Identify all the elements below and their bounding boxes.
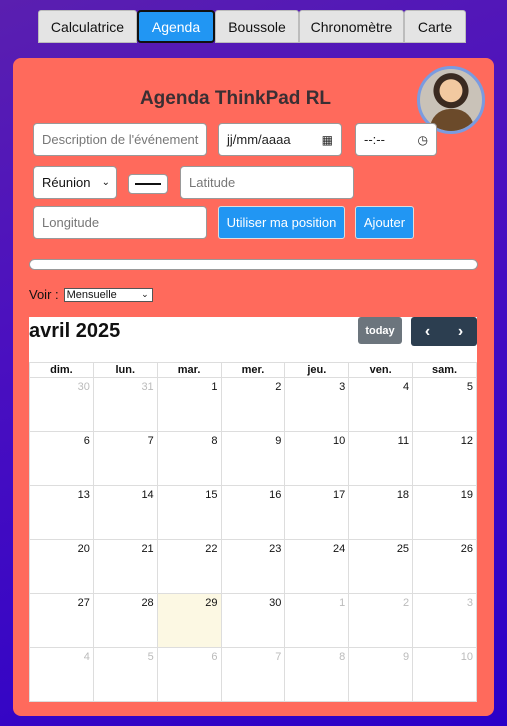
tab-chronometre[interactable]: Chronomètre: [299, 10, 404, 43]
day-cell[interactable]: 30: [220, 593, 286, 648]
day-cell[interactable]: 25: [348, 539, 414, 594]
use-position-button[interactable]: Utiliser ma position: [218, 206, 345, 239]
tab-bar: Calculatrice Agenda Boussole Chronomètre…: [38, 10, 466, 43]
day-cell[interactable]: 17: [284, 485, 350, 540]
week-row: 4 5 6 7 8 9 10: [29, 647, 477, 702]
day-cell[interactable]: 2: [348, 593, 414, 648]
date-placeholder: jj/mm/aaaa: [227, 132, 291, 147]
tab-calculatrice[interactable]: Calculatrice: [38, 10, 137, 43]
latitude-input[interactable]: Latitude: [180, 166, 354, 199]
progress-bar: [29, 259, 478, 270]
day-cell[interactable]: 28: [92, 593, 158, 648]
view-label: Voir :: [29, 287, 59, 302]
day-cell[interactable]: 9: [220, 431, 286, 486]
day-cell[interactable]: 15: [156, 485, 222, 540]
longitude-input[interactable]: Longitude: [33, 206, 207, 239]
weekday-label: sam.: [412, 362, 477, 378]
day-cell[interactable]: 19: [412, 485, 477, 540]
tab-agenda[interactable]: Agenda: [137, 10, 215, 43]
month-title: avril 2025: [29, 320, 121, 342]
week-row: 6 7 8 9 10 11 12: [29, 431, 477, 486]
month-grid: dim. lun. mar. mer. jeu. ven. sam. 30 31 1 2 3 4 5 6 7…: [29, 362, 477, 702]
chevron-down-icon: ⌄: [141, 289, 149, 299]
week-row: 27 28 29 30 1 2 3: [29, 593, 477, 648]
day-cell[interactable]: 23: [220, 539, 286, 594]
tab-boussole[interactable]: Boussole: [215, 10, 299, 43]
day-cell[interactable]: 7: [220, 647, 286, 702]
day-cell[interactable]: 1: [284, 593, 350, 648]
day-cell[interactable]: 6: [29, 431, 94, 486]
week-row: 30 31 1 2 3 4 5: [29, 377, 477, 432]
page-title: Agenda ThinkPad RL: [139, 88, 332, 109]
today-button[interactable]: today: [358, 317, 402, 344]
day-cell[interactable]: 7: [92, 431, 158, 486]
description-input[interactable]: Description de l'événement: [33, 123, 207, 156]
weekday-label: mer.: [220, 362, 286, 378]
weekday-label: dim.: [29, 362, 94, 378]
add-button[interactable]: Ajouter: [355, 206, 414, 239]
day-cell[interactable]: 13: [29, 485, 94, 540]
day-cell[interactable]: 27: [29, 593, 94, 648]
week-row: 13 14 15 16 17 18 19: [29, 485, 477, 540]
date-input[interactable]: jj/mm/aaaa ▦: [218, 123, 342, 156]
view-selected: Mensuelle: [66, 288, 117, 301]
calendar-icon[interactable]: ▦: [322, 133, 333, 147]
day-cell[interactable]: 2: [220, 377, 286, 432]
weekday-header: dim. lun. mar. mer. jeu. ven. sam.: [29, 362, 477, 378]
day-cell[interactable]: 3: [284, 377, 350, 432]
day-cell[interactable]: 22: [156, 539, 222, 594]
calendar: avril 2025 today ‹ › dim. lun. mar. mer. jeu…: [29, 317, 477, 702]
view-select[interactable]: Mensuelle ⌄: [63, 287, 153, 302]
day-cell[interactable]: 8: [156, 431, 222, 486]
color-swatch: [135, 183, 161, 185]
agenda-panel: Agenda ThinkPad RL Description de l'évén…: [13, 58, 494, 716]
day-cell[interactable]: 11: [348, 431, 414, 486]
day-cell[interactable]: 21: [92, 539, 158, 594]
event-type-select[interactable]: Réunion ⌄: [33, 166, 117, 199]
day-cell[interactable]: 5: [412, 377, 477, 432]
clock-icon[interactable]: ◷: [418, 133, 428, 147]
day-cell[interactable]: 31: [92, 377, 158, 432]
day-cell[interactable]: 24: [284, 539, 350, 594]
day-cell[interactable]: 26: [412, 539, 477, 594]
month-nav: ‹ ›: [411, 317, 477, 346]
day-cell[interactable]: 30: [29, 377, 94, 432]
day-cell[interactable]: 10: [412, 647, 477, 702]
day-cell[interactable]: 12: [412, 431, 477, 486]
time-placeholder: --:--: [364, 132, 385, 147]
view-selector: Voir : Mensuelle ⌄: [29, 287, 153, 302]
day-cell[interactable]: 8: [284, 647, 350, 702]
event-type-value: Réunion: [42, 175, 91, 190]
day-cell[interactable]: 20: [29, 539, 94, 594]
chevron-left-icon[interactable]: ‹: [411, 317, 444, 346]
day-cell[interactable]: 4: [348, 377, 414, 432]
day-cell[interactable]: 29: [156, 593, 222, 648]
day-cell[interactable]: 1: [156, 377, 222, 432]
chevron-down-icon: ⌄: [101, 177, 110, 188]
color-picker[interactable]: [128, 174, 168, 194]
day-cell[interactable]: 4: [29, 647, 94, 702]
day-cell[interactable]: 6: [156, 647, 222, 702]
day-cell[interactable]: 10: [284, 431, 350, 486]
weekday-label: ven.: [348, 362, 414, 378]
weekday-label: lun.: [92, 362, 158, 378]
weekday-label: mar.: [156, 362, 222, 378]
tab-carte[interactable]: Carte: [404, 10, 466, 43]
week-row: 20 21 22 23 24 25 26: [29, 539, 477, 594]
time-input[interactable]: --:-- ◷: [355, 123, 437, 156]
day-cell[interactable]: 14: [92, 485, 158, 540]
chevron-right-icon[interactable]: ›: [444, 317, 477, 346]
day-cell[interactable]: 5: [92, 647, 158, 702]
weekday-label: jeu.: [284, 362, 350, 378]
day-cell[interactable]: 3: [412, 593, 477, 648]
day-cell[interactable]: 9: [348, 647, 414, 702]
day-cell[interactable]: 16: [220, 485, 286, 540]
day-cell[interactable]: 18: [348, 485, 414, 540]
